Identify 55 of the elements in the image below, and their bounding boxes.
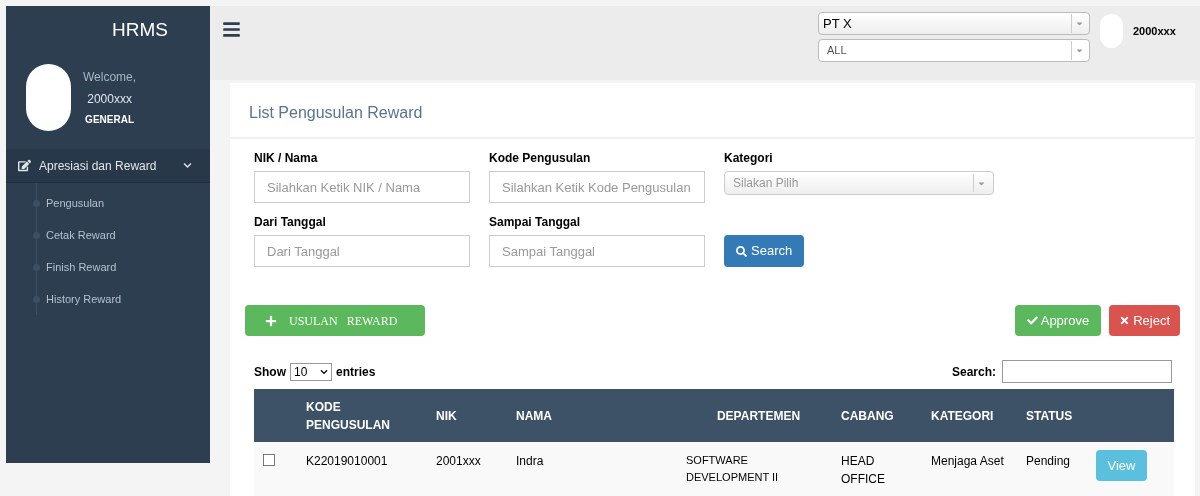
submenu-item[interactable]: History Reward [6, 283, 210, 315]
table-cell-text: Indra [516, 453, 545, 470]
table-cell-text: HEAD OFFICE [841, 453, 886, 488]
column-header: NAMA [516, 407, 553, 425]
show-label: Show [254, 363, 286, 381]
input-field[interactable]: Dari Tanggal [254, 235, 470, 267]
table-cell-text: Pending [1026, 453, 1072, 470]
input-field[interactable]: Silahkan Ketik Kode Pengusulan [489, 171, 705, 203]
table-cell-text: 2001xxx [436, 453, 482, 470]
field-label: NIK / Nama [254, 150, 319, 167]
input-field[interactable]: Silahkan Ketik NIK / Nama [254, 171, 470, 203]
submenu-item[interactable]: Finish Reward [6, 251, 210, 283]
row-checkbox[interactable] [263, 454, 275, 466]
page-size-select[interactable]: 10 [290, 362, 332, 381]
field-label: Dari Tanggal [254, 214, 327, 231]
field-label: Sampai Tanggal [489, 214, 582, 231]
welcome-text: Welcome, [83, 69, 137, 86]
column-header: DEPARTEMEN [715, 407, 802, 425]
reject-button[interactable]: Reject [1109, 305, 1180, 336]
user-menu[interactable]: 2000xxx [1133, 22, 1176, 40]
column-header: NIK [436, 407, 458, 425]
table-cell-text: SOFTWARE DEVELOPMENT II [685, 453, 780, 485]
input-field[interactable]: Sampai Tanggal [489, 235, 705, 267]
check-icon [1026, 315, 1038, 326]
chevron-icon [320, 367, 328, 376]
search-label: Search: [951, 363, 996, 381]
plus-icon [265, 314, 277, 327]
field-label: Kategori [724, 150, 774, 167]
column-header: CABANG [841, 407, 895, 425]
edit-icon [18, 159, 31, 172]
user-role: GENERAL [85, 113, 134, 127]
search-button[interactable]: Search [724, 235, 805, 267]
field-label: Kode Pengusulan [489, 150, 592, 167]
company-select[interactable]: PT X [818, 12, 1090, 35]
column-header: KODE PENGUSULAN [306, 398, 391, 434]
close-icon [1119, 315, 1131, 326]
column-header: STATUS [1026, 407, 1074, 425]
brand-title: HRMS [111, 17, 169, 42]
table-cell-text: K22019010001 [306, 453, 389, 470]
branch-select[interactable]: ALL [818, 39, 1090, 62]
submenu-item[interactable]: Cetak Reward [6, 219, 210, 251]
menu-icon[interactable] [222, 20, 241, 39]
column-header: KATEGORI [931, 407, 995, 425]
caret-icon [1075, 46, 1084, 55]
menu-group[interactable]: Apresiasi dan Reward [6, 149, 210, 183]
entries-label: entries [336, 363, 376, 381]
search-icon [736, 245, 747, 257]
chevron-icon [183, 161, 192, 170]
table-cell-text: Menjaga Aset [931, 453, 1005, 470]
table-search-field[interactable] [1002, 360, 1172, 383]
user-id: 2000xxx [87, 91, 132, 108]
avatar [26, 64, 71, 131]
submenu-item[interactable]: Pengusulan [6, 187, 210, 219]
page-title: List Pengusulan Reward [249, 103, 424, 123]
caret-icon [1075, 19, 1084, 28]
